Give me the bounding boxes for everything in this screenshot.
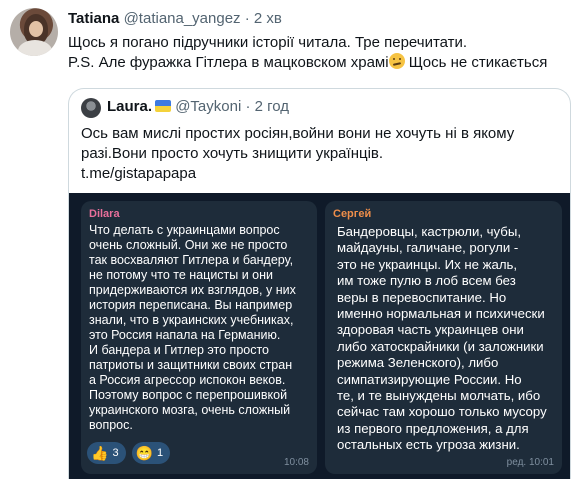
quoted-author-handle[interactable]: @Taykoni xyxy=(175,98,241,115)
message-time: ред. 10:01 xyxy=(506,457,554,468)
message-line: украинского мозга, очень сложный xyxy=(89,403,291,417)
message-line: либо хатоскрайники (и заложники xyxy=(337,338,544,354)
message-reactions: 👍 3 😁 1 xyxy=(87,442,171,464)
tweet-line-part: Щось не стикається xyxy=(408,54,548,71)
message-line: а Россия агрессор испокон веков. xyxy=(89,373,286,387)
separator-dot: · xyxy=(245,98,251,115)
quoted-tweet-text: Ось вам мислі простих росіян,войни вони … xyxy=(81,124,561,184)
message-line: майдауны, галичане, рогули - xyxy=(337,240,519,256)
quoted-author-name[interactable]: Laura. xyxy=(107,98,152,115)
message-line: это не украинцы. Их не жаль, xyxy=(337,256,518,272)
message-line: Поэтому вопрос с перепрошивкой xyxy=(89,388,288,402)
message-line: очень сложный. Они же не просто xyxy=(89,238,288,252)
message-line: история переписана. Вы например xyxy=(89,298,293,312)
message-line: здоровая часть украинцев они xyxy=(337,322,524,338)
message-line: не потому что те нацисты и они xyxy=(89,268,274,282)
author-avatar[interactable] xyxy=(10,8,58,56)
thumbs-up-icon: 👍 xyxy=(91,445,109,461)
message-text: Что делать с украинцами вопрос очень сло… xyxy=(89,223,296,433)
tweet-time[interactable]: 2 хв xyxy=(254,10,282,27)
telegram-screenshot-image[interactable]: Dilara Что делать с украинцами вопрос оч… xyxy=(69,193,570,479)
quoted-tweet-line: разі.Вони просто хочуть знищити українці… xyxy=(81,145,384,162)
avatar-face xyxy=(29,21,43,37)
reaction-thumbs-up: 👍 3 xyxy=(87,442,126,464)
message-sender: Dilara xyxy=(89,208,120,220)
message-line: Бандеровцы, кастрюли, чубы, xyxy=(337,224,521,239)
message-line: патриоты и защитники своих стран xyxy=(89,358,293,372)
author-name[interactable]: Tatiana xyxy=(68,10,119,27)
thinking-face-icon xyxy=(388,53,405,69)
tweet-text: Щось я погано підручники історії читала.… xyxy=(68,33,547,73)
tweet-header: Tatiana @tatiana_yangez · 2 хв xyxy=(68,10,282,27)
quoted-tweet-header: Laura. @Taykoni · 2 год xyxy=(107,98,289,115)
message-line: те, и те вынуждены молчать, ибо xyxy=(337,388,541,404)
message-line: это Россия напала на Германию. xyxy=(89,328,281,342)
quoted-tweet[interactable]: Laura. @Taykoni · 2 год Ось вам мислі пр… xyxy=(68,88,571,479)
message-line: из первого предложения, а для xyxy=(337,420,529,436)
message-line: остальных есть угроза жизни. xyxy=(337,437,520,453)
message-text: Бандеровцы, кастрюли, чубы, майдауны, га… xyxy=(337,224,547,454)
reaction-grin: 😁 1 xyxy=(131,442,171,464)
message-sender: Сергей xyxy=(333,208,372,220)
message-line: знали, что в украинских учебниках, xyxy=(89,313,294,327)
message-time: 10:08 xyxy=(283,457,309,468)
message-line: вопрос. xyxy=(89,418,133,432)
message-line: сейчас там хорошо только мусору xyxy=(337,404,547,420)
reaction-count: 3 xyxy=(112,447,119,459)
tweet-line: Щось я погано підручники історії читала.… xyxy=(68,34,468,51)
avatar-body xyxy=(18,40,52,56)
reaction-count: 1 xyxy=(157,447,164,459)
tweet-line: P.S. Але фуражка Гітлера в мацковском хр… xyxy=(68,53,547,73)
grinning-face-icon: 😁 xyxy=(135,445,153,461)
message-bubble-right: Сергей Бандеровцы, кастрюли, чубы, майда… xyxy=(325,201,562,474)
message-line: И бандера и Гитлер это просто xyxy=(89,343,270,357)
message-line: симпатизирующие России. Но xyxy=(337,371,522,387)
quoted-tweet-link[interactable]: t.me/gistapapapa xyxy=(81,164,561,184)
tweet[interactable]: Tatiana @tatiana_yangez · 2 хв Щось я по… xyxy=(0,0,579,479)
message-line: именно нормальная и психически xyxy=(337,306,545,322)
message-line: так восхваляют Гитлера и бандеру, xyxy=(89,253,294,267)
quoted-author-avatar[interactable] xyxy=(81,98,101,118)
separator-dot: · xyxy=(244,10,250,27)
message-line: Что делать с украинцами вопрос xyxy=(89,223,280,237)
message-line: им тоже пулю в лоб всем без xyxy=(337,273,516,289)
message-line: придерживаются их взглядов, у них xyxy=(89,283,296,297)
message-line: веры в перевоспитание. Но xyxy=(337,289,507,305)
message-bubble-left: Dilara Что делать с украинцами вопрос оч… xyxy=(81,201,317,474)
quoted-tweet-time[interactable]: 2 год xyxy=(255,98,289,115)
tweet-line-part: P.S. Але фуражка Гітлера в мацковском хр… xyxy=(68,54,389,71)
quoted-tweet-line: Ось вам мислі простих росіян,войни вони … xyxy=(81,125,515,142)
message-line: режима Зеленского), либо xyxy=(337,355,499,371)
ukraine-flag-icon xyxy=(155,100,172,112)
author-handle[interactable]: @tatiana_yangez xyxy=(124,10,241,27)
